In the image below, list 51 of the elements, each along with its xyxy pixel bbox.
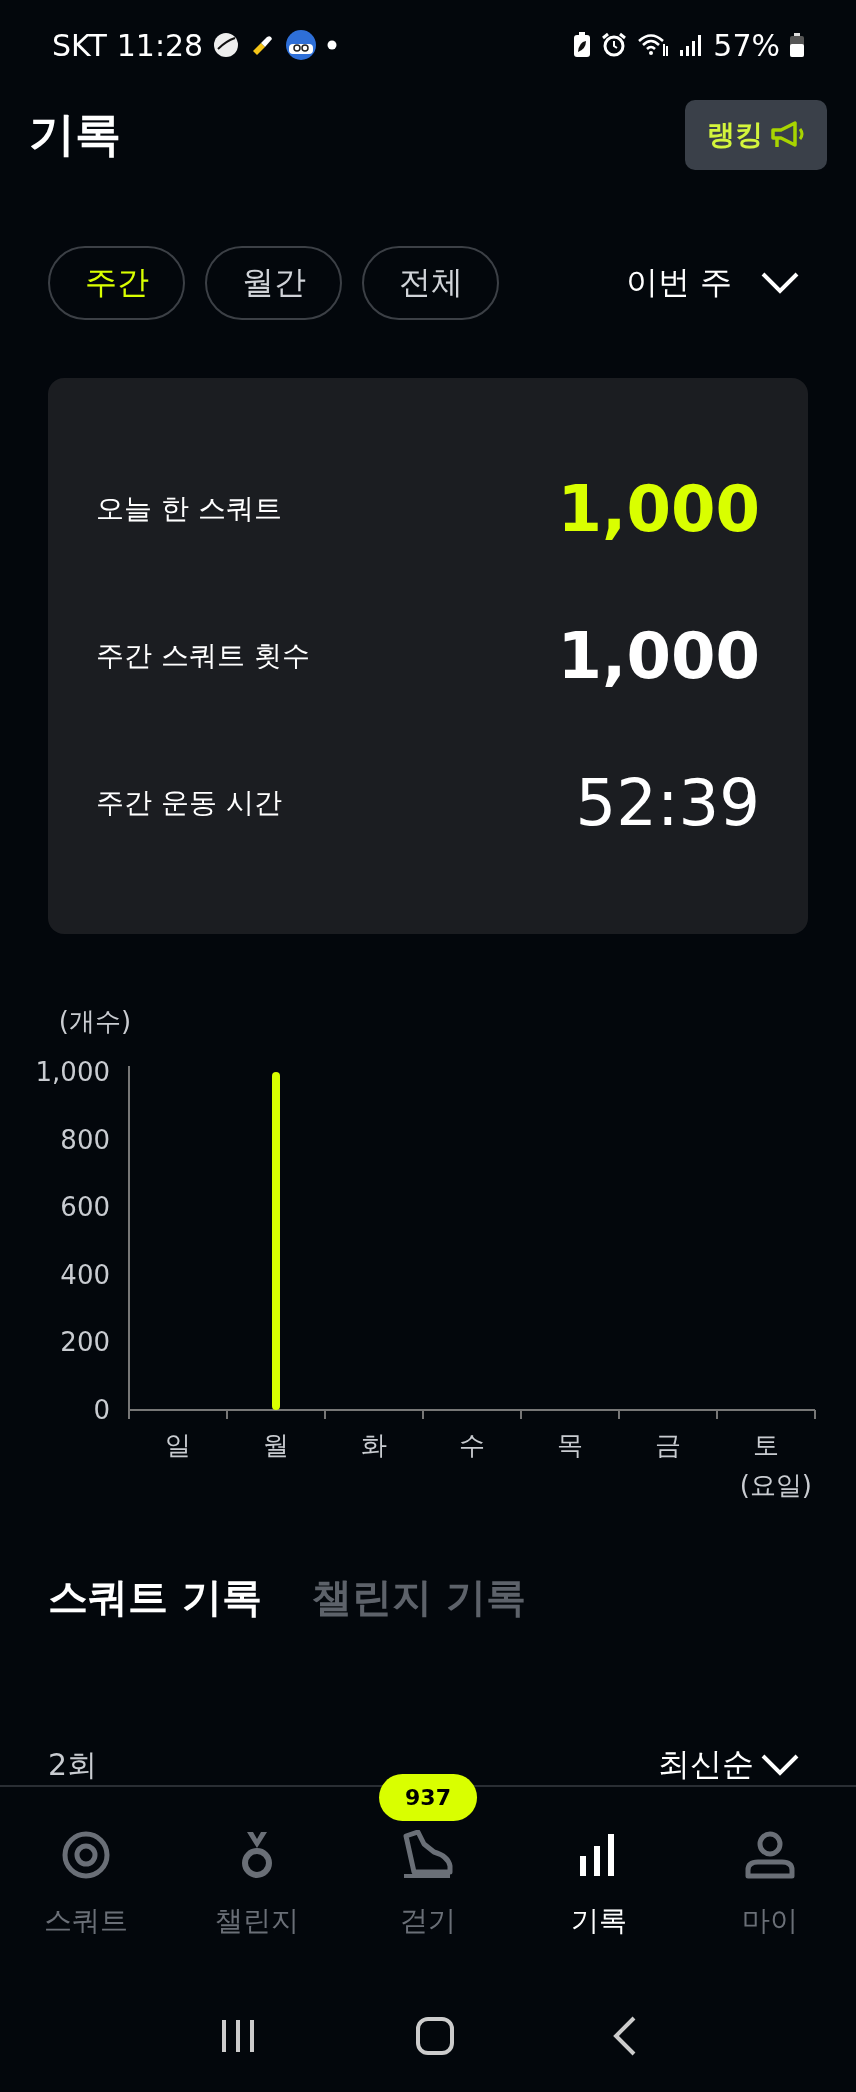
y-tick-label: 0 [93,1395,110,1425]
x-tick-label: 화 [361,1430,387,1460]
battery-icon [790,33,804,57]
person-icon [745,1830,796,1880]
chevron-down-icon [760,271,800,295]
carrier: SKT [52,27,107,63]
alarm-icon [601,32,628,58]
y-tick-label: 800 [60,1124,110,1155]
period-dropdown[interactable]: 이번 주 [625,261,808,305]
stat-value: 52:39 [575,765,760,840]
stat-label: 주간 운동 시간 [96,784,282,821]
signal-icon [679,33,704,57]
ranking-button[interactable]: 랭킹 [685,100,827,170]
x-tick-label: 일 [165,1430,191,1460]
record-tab[interactable]: 스쿼트 기록 [48,1570,262,1625]
wifi-icon [637,32,670,58]
record-count: 2회 [48,1745,98,1784]
x-tick-label: 수 [459,1430,485,1460]
nav-tab[interactable]: 937 걷기 [342,1774,514,1980]
target-icon [60,1830,111,1880]
step-count-badge: 937 [379,1774,477,1821]
y-tick-label: 1,000 [35,1057,110,1087]
y-tick-label: 200 [60,1327,110,1358]
battery-percent: 57% [713,27,780,63]
period-tab[interactable]: 전체 [362,246,499,320]
x-tick-label: 월 [263,1430,289,1460]
x-tick-label: 목 [557,1430,583,1460]
back-icon [611,2016,638,2056]
sort-dropdown[interactable]: 최신순 [658,1743,808,1787]
y-tick-label: 600 [60,1192,110,1223]
y-tick-label: 400 [60,1259,110,1290]
x-tick-label: 금 [655,1430,681,1460]
y-axis-label: (개수) [58,1006,132,1036]
stat-value: 1,000 [557,471,760,546]
stat-label: 주간 스쿼트 횟수 [96,637,310,674]
chevron-down-icon [760,1753,800,1777]
battery-saver-icon [573,32,592,58]
clock: 11:28 [116,27,204,63]
swoosh-logo-icon [213,32,240,58]
x-axis-label: (요일) [739,1470,812,1500]
home-icon [415,2016,455,2056]
dot-icon [327,40,338,50]
page-title: 기록 [29,106,121,163]
x-tick-label: 토 [753,1430,779,1460]
megaphone-icon [771,121,805,149]
app-icon [285,29,318,61]
nav-tab[interactable]: 챌린지 [171,1774,343,1980]
period-tab[interactable]: 월간 [205,246,342,320]
period-tab[interactable]: 주간 [48,246,185,320]
stat-label: 오늘 한 스쿼트 [96,490,282,527]
stat-value: 1,000 [557,618,760,693]
